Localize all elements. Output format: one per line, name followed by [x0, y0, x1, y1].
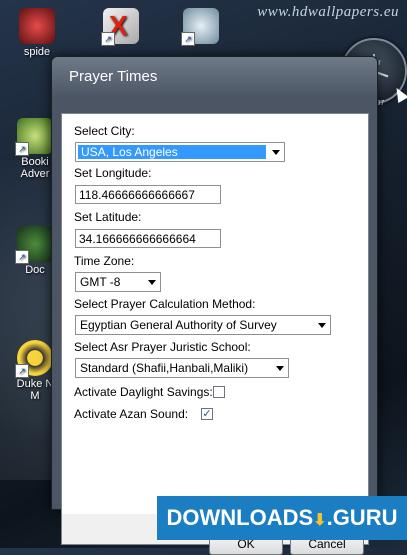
dialog-content: Select City: USA, Los Angeles Set Longit… [61, 113, 369, 555]
asr-school-select-value: Standard (Shafii,Hanbali,Maliki) [80, 361, 249, 375]
city-select[interactable]: USA, Los Angeles [75, 142, 285, 162]
select-city-label: Select City: [74, 124, 135, 138]
shortcut-arrow-icon: ↗ [15, 364, 29, 378]
downloads-guru-watermark: DOWNLOADS⬇.GURU [157, 496, 407, 540]
video-x-icon: X ↗ [101, 8, 139, 46]
download-arrow-icon: ⬇ [313, 512, 327, 529]
wallpaper-watermark: www.hdwallpapers.eu [257, 4, 399, 20]
longitude-label: Set Longitude: [74, 166, 152, 180]
calc-method-select[interactable]: Egyptian General Authority of Survey [75, 315, 331, 335]
chevron-down-icon [272, 150, 280, 155]
booking-adventure-icon: ↗ [15, 118, 53, 156]
timezone-select[interactable]: GMT -8 [75, 272, 161, 292]
timezone-select-value: GMT -8 [80, 275, 121, 289]
doom-game-icon: ↗ [15, 226, 53, 264]
latitude-label: Set Latitude: [74, 210, 142, 224]
dialog-title: Prayer Times [52, 57, 377, 97]
daylight-savings-label: Activate Daylight Savings: [74, 385, 213, 399]
chevron-down-icon [148, 280, 156, 285]
desktop-icon-video[interactable]: X ↗ [92, 8, 150, 46]
latitude-input[interactable]: 34.166666666666664 [75, 229, 221, 248]
daylight-savings-checkbox[interactable] [213, 386, 225, 398]
prayer-times-dialog: Prayer Times Select City: USA, Los Angel… [51, 56, 378, 555]
azan-sound-label: Activate Azan Sound: [74, 407, 189, 421]
application-icon: ↗ [181, 8, 219, 46]
azan-sound-checkbox[interactable]: ✓ [201, 408, 213, 420]
asr-school-label: Select Asr Prayer Juristic School: [74, 340, 251, 354]
desktop-icon-app[interactable]: ↗ [172, 8, 230, 46]
calc-method-select-value: Egyptian General Authority of Survey [80, 318, 277, 332]
shortcut-arrow-icon: ↗ [15, 142, 29, 156]
shortcut-arrow-icon: ↗ [181, 32, 195, 46]
asr-school-select[interactable]: Standard (Shafii,Hanbali,Maliki) [75, 358, 289, 378]
chevron-down-icon [276, 366, 284, 371]
desktop-icon-spider[interactable]: spide [8, 8, 66, 58]
longitude-input[interactable]: 118.46666666666667 [75, 185, 221, 204]
shortcut-arrow-icon: ↗ [15, 250, 29, 264]
timezone-label: Time Zone: [74, 254, 135, 268]
spider-solitaire-icon [19, 8, 55, 44]
chevron-down-icon [318, 323, 326, 328]
city-select-value: USA, Los Angeles [78, 145, 266, 159]
radiation-icon: ↗ [15, 340, 53, 378]
calc-method-label: Select Prayer Calculation Method: [74, 297, 256, 311]
shortcut-arrow-icon: ↗ [101, 32, 115, 46]
